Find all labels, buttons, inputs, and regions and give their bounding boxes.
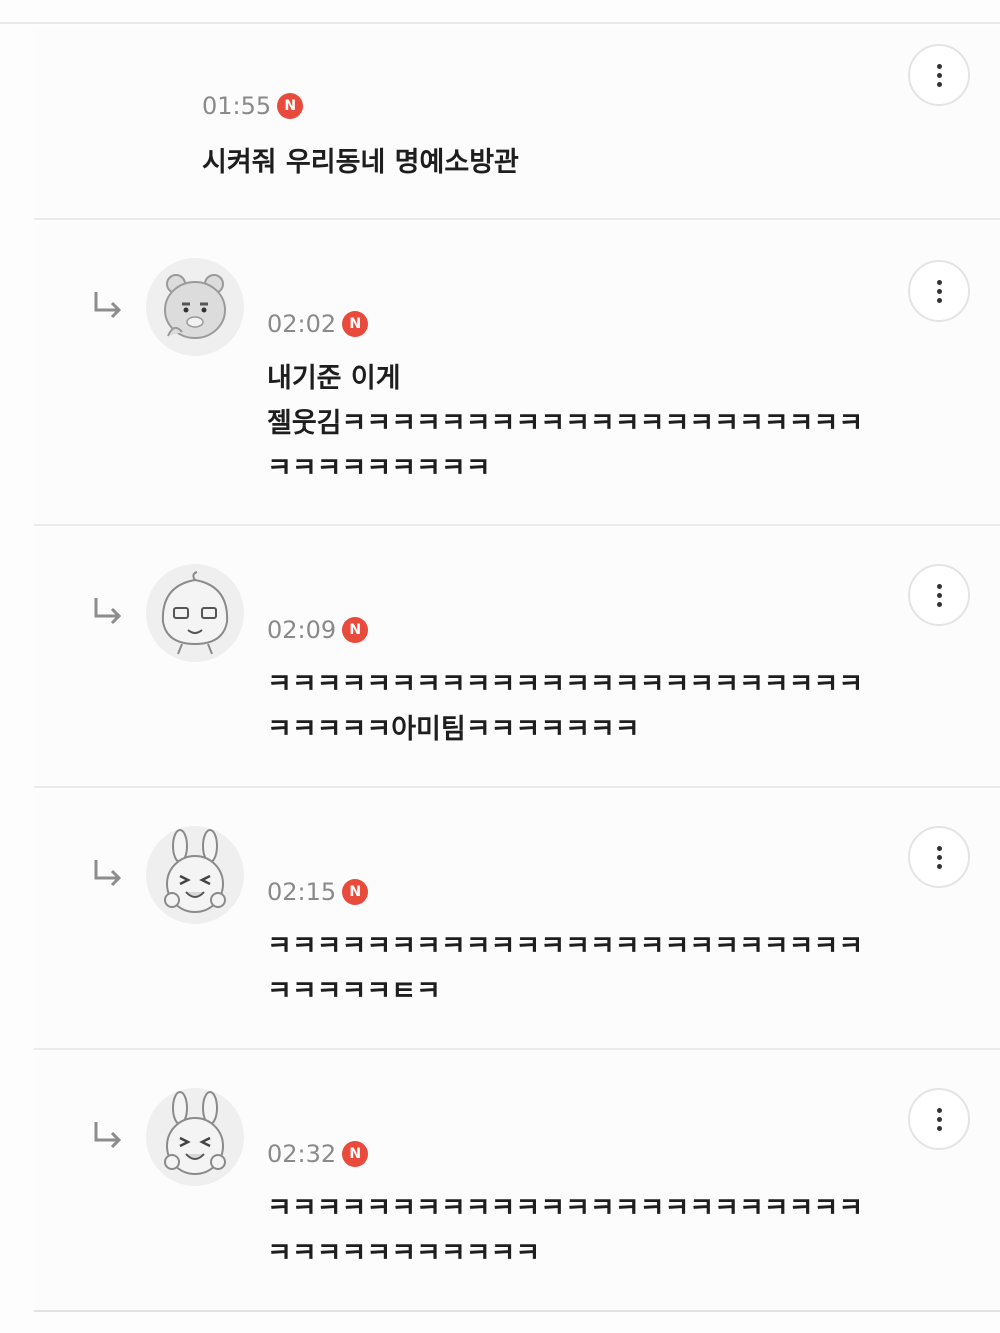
comment-item: 01:55 N 시켜줘 우리동네 명예소방관 — [34, 28, 1000, 220]
comment-meta: 02:09 N — [267, 616, 369, 644]
more-options-icon — [936, 279, 942, 285]
ryan-avatar[interactable] — [146, 258, 244, 356]
new-badge: N — [342, 1141, 369, 1167]
comment-text: ㅋㅋㅋㅋㅋㅋㅋㅋㅋㅋㅋㅋㅋㅋㅋㅋㅋㅋㅋㅋㅋㅋㅋㅋ ㅋㅋㅋㅋㅋㅌㅋ — [267, 931, 864, 1007]
comment-meta: 02:15 N — [267, 878, 369, 906]
more-options-icon-dot — [936, 1125, 942, 1131]
more-options-icon — [936, 63, 942, 69]
comment-text: 내기준 이게 젤웃김ㅋㅋㅋㅋㅋㅋㅋㅋㅋㅋㅋㅋㅋㅋㅋㅋㅋㅋㅋㅋㅋ ㅋㅋㅋㅋㅋㅋㅋㅋ… — [267, 363, 864, 484]
more-options-button[interactable] — [908, 1088, 970, 1150]
reply-arrow-icon — [94, 292, 122, 319]
comment-time: 01:55 — [202, 92, 272, 120]
more-options-icon — [936, 845, 942, 851]
more-options-icon-dot — [936, 72, 942, 78]
reply-arrow-icon — [94, 598, 122, 625]
reply-arrow-icon — [94, 860, 122, 887]
comment-time: 02:09 — [267, 616, 337, 644]
comment-time: 02:02 — [267, 310, 337, 338]
more-options-button[interactable] — [908, 260, 970, 322]
top-divider — [0, 22, 1000, 24]
more-options-icon-dot — [936, 854, 942, 860]
comment-time: 02:32 — [267, 1140, 337, 1168]
reply-arrow-icon — [94, 1122, 122, 1149]
more-options-icon-dot — [936, 592, 942, 598]
apeach-avatar[interactable] — [146, 564, 244, 662]
more-options-icon-dot — [936, 297, 942, 303]
more-options-icon — [936, 1107, 942, 1113]
reply-item: 02:15 N ㅋㅋㅋㅋㅋㅋㅋㅋㅋㅋㅋㅋㅋㅋㅋㅋㅋㅋㅋㅋㅋㅋㅋㅋ ㅋㅋㅋㅋㅋㅌㅋ — [34, 790, 1000, 1050]
more-options-button[interactable] — [908, 564, 970, 626]
more-options-button[interactable] — [908, 44, 970, 106]
comment-meta: 02:02 N — [267, 310, 369, 338]
new-badge: N — [342, 311, 369, 337]
comment-thread: 01:55 N 시켜줘 우리동네 명예소방관 02:02 N 내기준 이게 젤웃… — [0, 0, 1000, 1333]
more-options-icon — [936, 583, 942, 589]
more-options-icon-dot — [936, 288, 942, 294]
comment-meta: 02:32 N — [267, 1140, 369, 1168]
comment-meta: 01:55 N — [202, 92, 304, 120]
comment-text: 시켜줘 우리동네 명예소방관 — [202, 147, 519, 178]
reply-item: 02:09 N ㅋㅋㅋㅋㅋㅋㅋㅋㅋㅋㅋㅋㅋㅋㅋㅋㅋㅋㅋㅋㅋㅋㅋㅋ ㅋㅋㅋㅋㅋ아미… — [34, 528, 1000, 788]
more-options-button[interactable] — [908, 826, 970, 888]
more-options-icon-dot — [936, 601, 942, 607]
comment-text: ㅋㅋㅋㅋㅋㅋㅋㅋㅋㅋㅋㅋㅋㅋㅋㅋㅋㅋㅋㅋㅋㅋㅋㅋ ㅋㅋㅋㅋㅋㅋㅋㅋㅋㅋㅋ — [267, 1193, 864, 1269]
new-badge: N — [342, 617, 369, 643]
comment-text: ㅋㅋㅋㅋㅋㅋㅋㅋㅋㅋㅋㅋㅋㅋㅋㅋㅋㅋㅋㅋㅋㅋㅋㅋ ㅋㅋㅋㅋㅋ아미팀ㅋㅋㅋㅋㅋㅋㅋ — [267, 669, 864, 745]
comment-time: 02:15 — [267, 878, 337, 906]
new-badge: N — [277, 93, 304, 119]
muzi-avatar[interactable] — [146, 1088, 244, 1186]
more-options-icon-dot — [936, 81, 942, 87]
muzi-avatar[interactable] — [146, 826, 244, 924]
reply-item: 02:02 N 내기준 이게 젤웃김ㅋㅋㅋㅋㅋㅋㅋㅋㅋㅋㅋㅋㅋㅋㅋㅋㅋㅋㅋㅋㅋ … — [34, 222, 1000, 526]
more-options-icon-dot — [936, 863, 942, 869]
reply-item: 02:32 N ㅋㅋㅋㅋㅋㅋㅋㅋㅋㅋㅋㅋㅋㅋㅋㅋㅋㅋㅋㅋㅋㅋㅋㅋ ㅋㅋㅋㅋㅋㅋㅋ… — [34, 1052, 1000, 1312]
more-options-icon-dot — [936, 1116, 942, 1122]
new-badge: N — [342, 879, 369, 905]
